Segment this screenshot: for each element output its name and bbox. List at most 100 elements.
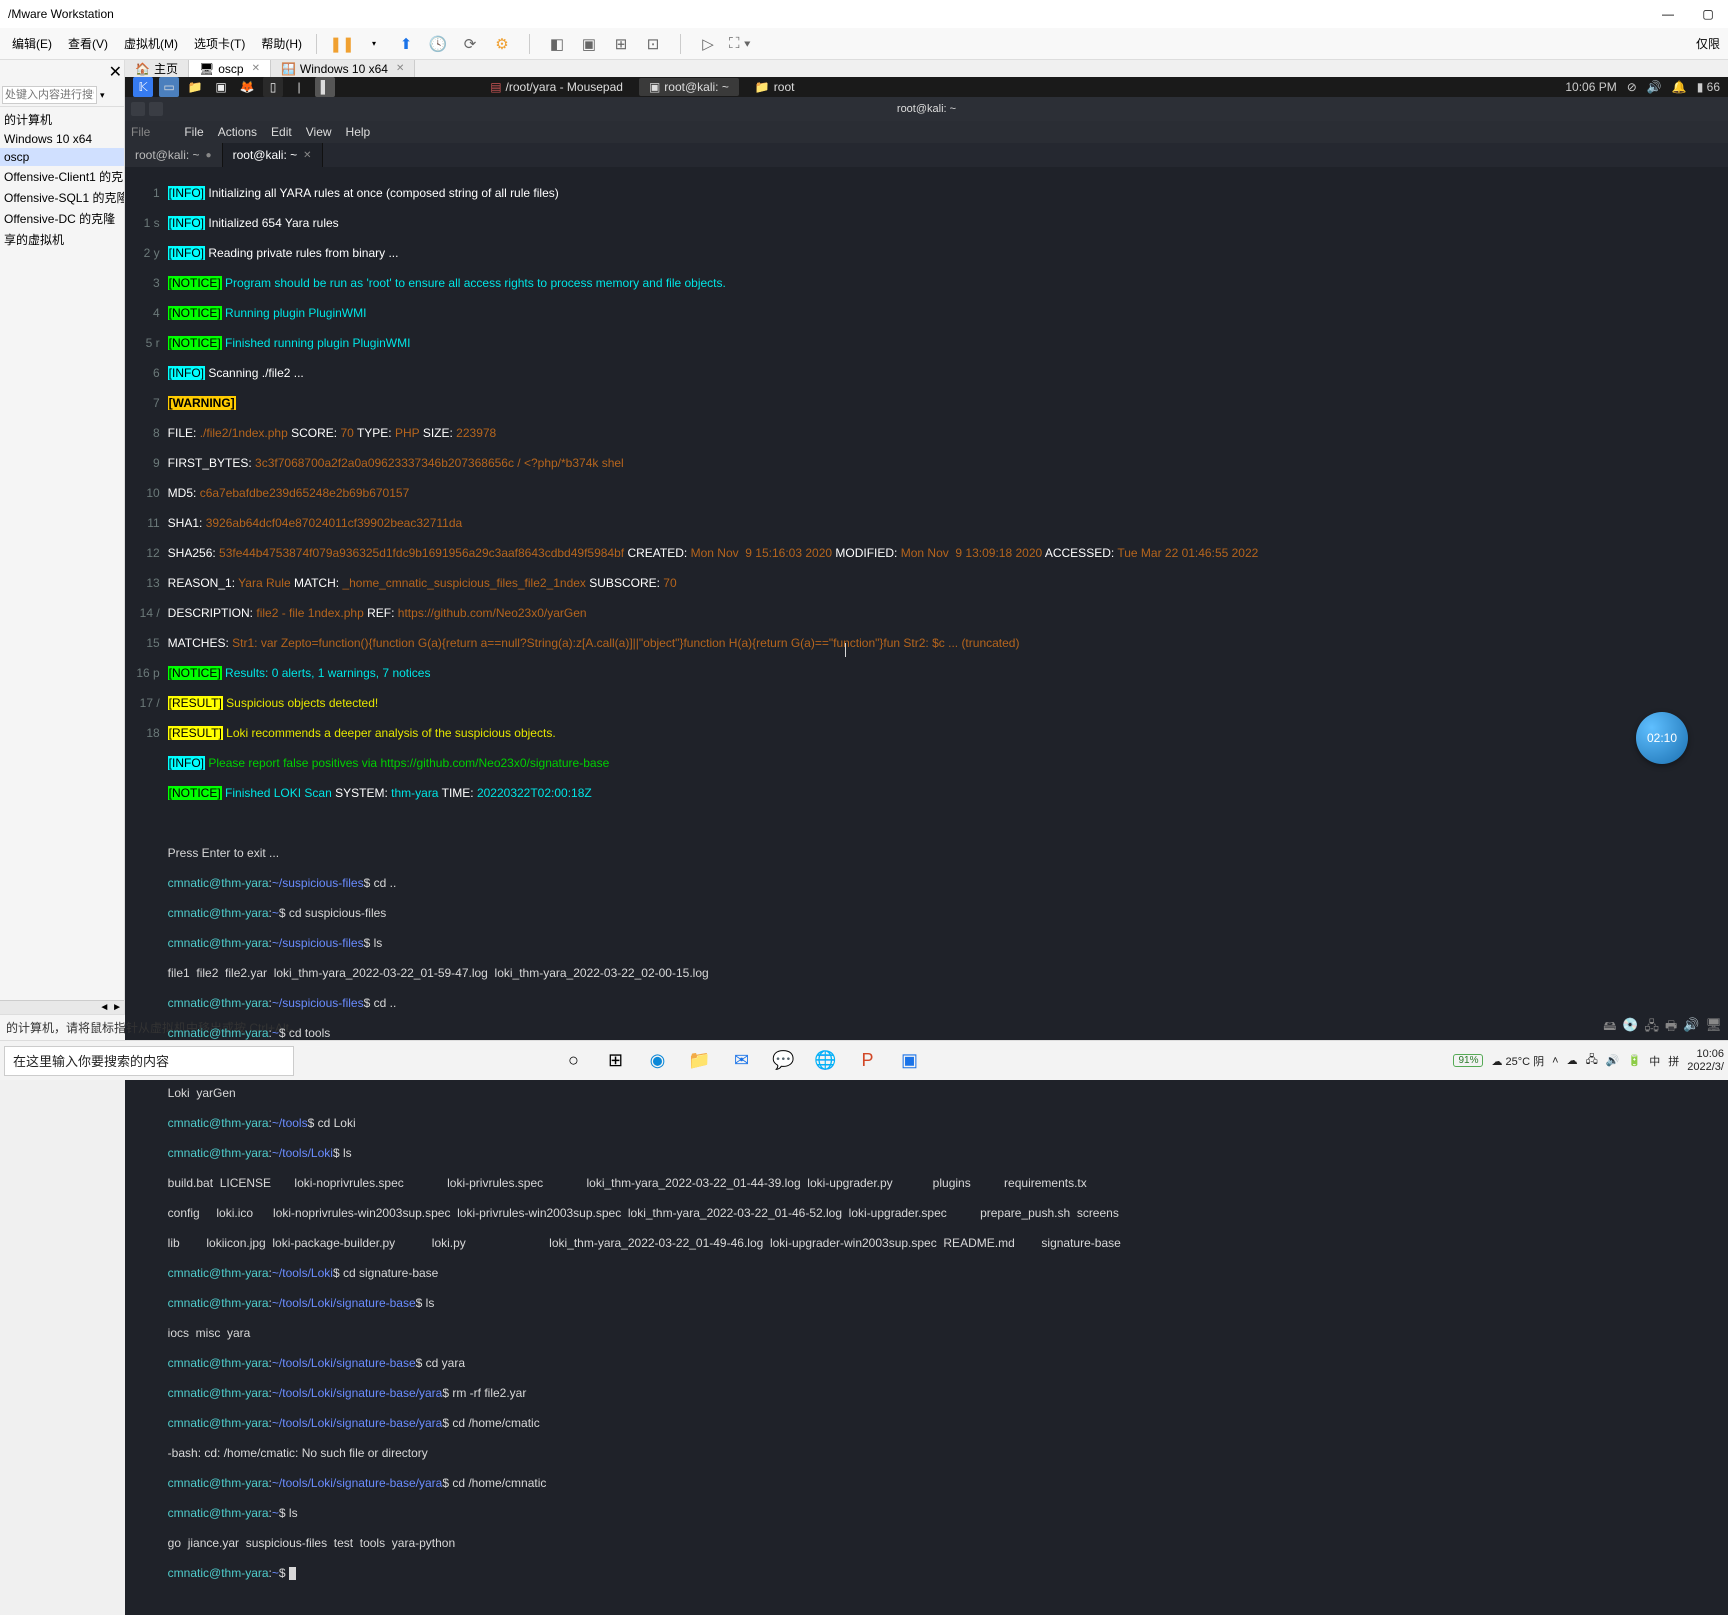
sidebar-scrollbar[interactable]: ◄ ► (0, 1000, 124, 1014)
menu-vm[interactable]: 虚拟机(M) (116, 31, 186, 56)
separator (316, 34, 317, 54)
close-icon[interactable]: ● (206, 150, 212, 161)
sidebar-vm-sql1[interactable]: Offensive-SQL1 的克隆 (0, 187, 124, 208)
app-titlebar: /Mware Workstation — ▢ (0, 0, 1728, 28)
network-icon[interactable]: 🖧 (1586, 1051, 1598, 1070)
minimize-button[interactable]: — (1648, 0, 1688, 28)
terminal2-icon[interactable]: ▯ (263, 77, 283, 97)
notification-icon[interactable]: 🔔 (1672, 80, 1687, 94)
task-files[interactable]: 📁 root (745, 78, 805, 96)
sidebar-vm-win10[interactable]: Windows 10 x64 (0, 130, 124, 148)
snapshot-icon[interactable]: 🕓 (427, 33, 449, 55)
terminal-icon[interactable]: ▣ (211, 77, 231, 97)
windows-search-input[interactable]: 在这里输入你要搜索的内容 (4, 1046, 294, 1076)
ime-lang2[interactable]: 拼 (1668, 1053, 1679, 1069)
dropdown-icon[interactable]: ▾ (363, 33, 385, 55)
close-icon[interactable]: ✕ (396, 63, 404, 74)
powerpoint-icon[interactable]: P (852, 1046, 882, 1076)
mail-icon[interactable]: ✉ (726, 1046, 756, 1076)
menu-file[interactable]: File (184, 125, 203, 139)
clock[interactable]: 10:06 PM (1565, 80, 1616, 94)
edge-icon[interactable]: ◉ (642, 1046, 672, 1076)
tray-time[interactable]: 10:06 (1696, 1048, 1724, 1060)
chrome-icon[interactable]: 🌐 (810, 1046, 840, 1076)
sidebar-shared[interactable]: 享的虚拟机 (0, 229, 124, 250)
tab-oscp[interactable]: 🖥 oscp ✕ (189, 60, 271, 77)
text-caret-icon (845, 643, 846, 657)
task-terminal[interactable]: ▣ root@kali: ~ (639, 78, 739, 96)
pause-button[interactable]: ❚❚ (331, 33, 353, 55)
library-sidebar: ✕ ▾ 的计算机 Windows 10 x64 oscp Offensive-C… (0, 60, 125, 1014)
volume-icon[interactable]: 🔊 (1606, 1054, 1620, 1067)
app-title: /Mware Workstation (8, 7, 114, 21)
menu-edit[interactable]: Edit (271, 125, 292, 139)
close-icon[interactable]: ✕ (252, 63, 260, 74)
task-view-icon[interactable]: ○ (558, 1046, 588, 1076)
task-mousepad[interactable]: ▤ /root/yara - Mousepad (480, 78, 633, 96)
tab-win10[interactable]: 🪟 Windows 10 x64 ✕ (271, 60, 415, 77)
menu-help[interactable]: 帮助(H) (253, 31, 310, 56)
tray-date[interactable]: 2022/3/ (1687, 1061, 1724, 1073)
term-tab-2[interactable]: root@kali: ~✕ (223, 143, 323, 167)
battery-indicator[interactable]: 91% (1453, 1054, 1483, 1067)
close-icon[interactable]: ✕ (109, 62, 122, 82)
sidebar-vm-oscp[interactable]: oscp (0, 148, 124, 166)
separator (680, 34, 681, 54)
show-desktop-icon[interactable]: ▭ (159, 77, 179, 97)
explorer-icon[interactable]: 📁 (684, 1046, 714, 1076)
recording-timer[interactable]: 02:10 (1636, 712, 1688, 764)
term-newtab-icon[interactable] (149, 102, 163, 116)
manage-icon[interactable]: ⚙ (491, 33, 513, 55)
terminal-icon: ▣ (649, 80, 660, 94)
layout3-icon[interactable]: ⊞ (610, 33, 632, 55)
sidebar-vm-dc[interactable]: Offensive-DC 的克隆 (0, 208, 124, 229)
dropdown-icon[interactable]: ▾ (97, 90, 108, 101)
menu-edit[interactable]: 编辑(E) (4, 31, 60, 56)
fullscreen-icon[interactable]: ⛶ ▾ (729, 33, 751, 55)
network-icon[interactable]: ⊘ (1627, 80, 1637, 94)
term-tab-1[interactable]: root@kali: ~● (125, 143, 223, 167)
cortana-icon[interactable]: ⊞ (600, 1046, 630, 1076)
terminal-window: root@kali: ~ File File Actions Edit View… (125, 97, 1728, 1615)
files-icon[interactable]: 📁 (185, 77, 205, 97)
app-icon[interactable]: ▌ (315, 77, 335, 97)
extra-label: 仅限 (1696, 35, 1720, 52)
close-icon[interactable]: ✕ (303, 150, 311, 161)
layout4-icon[interactable]: ⊡ (642, 33, 664, 55)
menu-view[interactable]: 查看(V) (60, 31, 116, 56)
battery-icon[interactable]: ▮ 66 (1697, 80, 1720, 94)
menu-tabs[interactable]: 选项卡(T) (186, 31, 253, 56)
wechat-icon[interactable]: 💬 (768, 1046, 798, 1076)
line-gutter: 1 1 s 2 y 3 4 5 r 6 7 8 9 10 11 12 13 14… (133, 171, 168, 1611)
sidebar-vm-client1[interactable]: Offensive-Client1 的克 (0, 166, 124, 187)
terminal-cursor (289, 1567, 296, 1580)
ime-lang1[interactable]: 中 (1649, 1053, 1660, 1069)
menu-view[interactable]: View (306, 125, 332, 139)
terminal-output[interactable]: 1 1 s 2 y 3 4 5 r 6 7 8 9 10 11 12 13 14… (125, 167, 1728, 1615)
weather-widget[interactable]: ☁ 25°C 阴 (1491, 1053, 1544, 1069)
cloud-icon[interactable]: ☁ (1567, 1054, 1578, 1067)
vm-toolbar: ❚❚ ▾ ⬆ 🕓 ⟳ ⚙ ◧ ▣ ⊞ ⊡ ▷ ⛶ ▾ (331, 33, 751, 55)
vmware-icon[interactable]: ▣ (894, 1046, 924, 1076)
firefox-icon[interactable]: 🦊 (237, 77, 257, 97)
kali-logo-icon[interactable]: 𝕂 (133, 77, 153, 97)
sidebar-header[interactable]: 的计算机 (0, 109, 124, 130)
task-label: /root/yara - Mousepad (506, 80, 623, 94)
enter-icon[interactable]: ▷ (697, 33, 719, 55)
sidebar-search-input[interactable] (2, 86, 97, 104)
timer-value: 02:10 (1647, 731, 1677, 745)
menu-help[interactable]: Help (346, 125, 371, 139)
upload-icon[interactable]: ⬆ (395, 33, 417, 55)
left-file-label[interactable]: File (131, 125, 150, 139)
term-menu-icon[interactable] (131, 102, 145, 116)
volume-icon[interactable]: 🔊 (1647, 80, 1662, 94)
battery-icon[interactable]: 🔋 (1628, 1054, 1642, 1067)
tab-home[interactable]: 🏠 主页 (125, 60, 189, 77)
maximize-button[interactable]: ▢ (1688, 0, 1728, 28)
tray-chevron-icon[interactable]: ˄ (1552, 1055, 1558, 1067)
revert-icon[interactable]: ⟳ (459, 33, 481, 55)
layout1-icon[interactable]: ◧ (546, 33, 568, 55)
terminal-titlebar[interactable]: root@kali: ~ (125, 97, 1728, 121)
menu-actions[interactable]: Actions (218, 125, 257, 139)
layout2-icon[interactable]: ▣ (578, 33, 600, 55)
